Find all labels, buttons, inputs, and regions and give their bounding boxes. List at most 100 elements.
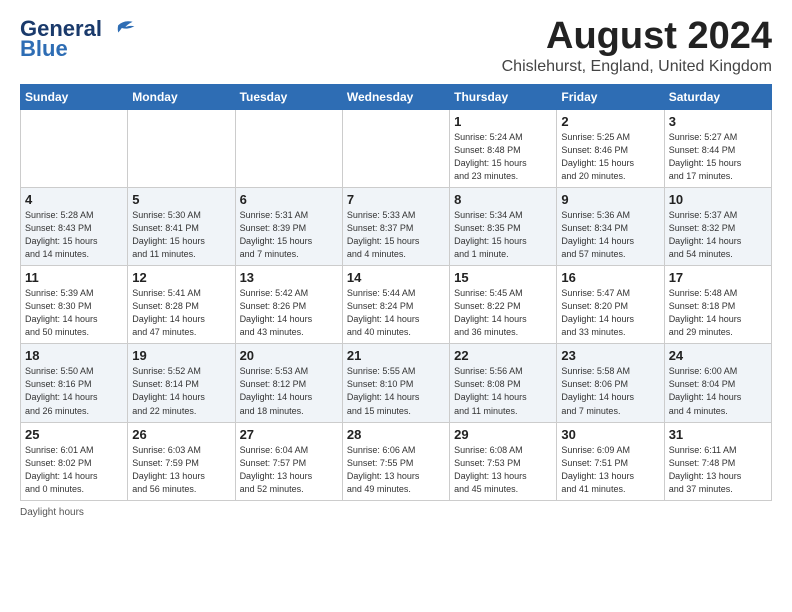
day-cell: 8 Sunrise: 5:34 AM Sunset: 8:35 PM Daylig…	[450, 187, 557, 265]
day-number: 9	[561, 192, 659, 207]
day-number: 4	[25, 192, 123, 207]
day-info: Sunrise: 5:28 AM Sunset: 8:43 PM Dayligh…	[25, 209, 123, 261]
day-info: Sunrise: 5:58 AM Sunset: 8:06 PM Dayligh…	[561, 365, 659, 417]
day-number: 30	[561, 427, 659, 442]
day-cell: 31 Sunrise: 6:11 AM Sunset: 7:48 PM Dayli…	[664, 422, 771, 500]
day-number: 10	[669, 192, 767, 207]
day-cell: 6 Sunrise: 5:31 AM Sunset: 8:39 PM Daylig…	[235, 187, 342, 265]
day-number: 20	[240, 348, 338, 363]
day-number: 27	[240, 427, 338, 442]
day-cell: 19Sunrise: 5:52 AM Sunset: 8:14 PM Dayli…	[128, 344, 235, 422]
day-info: Sunrise: 5:37 AM Sunset: 8:32 PM Dayligh…	[669, 209, 767, 261]
day-number: 8	[454, 192, 552, 207]
daylight-label: Daylight hours	[20, 507, 84, 518]
day-cell: 9 Sunrise: 5:36 AM Sunset: 8:34 PM Daylig…	[557, 187, 664, 265]
day-info: Sunrise: 5:44 AM Sunset: 8:24 PM Dayligh…	[347, 287, 445, 339]
day-number: 25	[25, 427, 123, 442]
week-row-1: 1Sunrise: 5:24 AM Sunset: 8:48 PM Daylig…	[21, 109, 772, 187]
col-header-saturday: Saturday	[664, 84, 771, 109]
day-info: Sunrise: 5:31 AM Sunset: 8:39 PM Dayligh…	[240, 209, 338, 261]
day-number: 21	[347, 348, 445, 363]
week-row-2: 4 Sunrise: 5:28 AM Sunset: 8:43 PM Daylig…	[21, 187, 772, 265]
day-number: 12	[132, 270, 230, 285]
calendar-table: SundayMondayTuesdayWednesdayThursdayFrid…	[20, 84, 772, 501]
day-info: Sunrise: 5:42 AM Sunset: 8:26 PM Dayligh…	[240, 287, 338, 339]
header: General Blue August 2024 Chislehurst, En…	[20, 16, 772, 76]
day-number: 22	[454, 348, 552, 363]
col-header-monday: Monday	[128, 84, 235, 109]
logo-blue: Blue	[20, 36, 68, 62]
day-cell: 13 Sunrise: 5:42 AM Sunset: 8:26 PM Dayli…	[235, 266, 342, 344]
day-number: 16	[561, 270, 659, 285]
day-cell	[235, 109, 342, 187]
col-header-tuesday: Tuesday	[235, 84, 342, 109]
day-info: Sunrise: 6:01 AM Sunset: 8:02 PM Dayligh…	[25, 444, 123, 496]
location: Chislehurst, England, United Kingdom	[502, 58, 772, 76]
day-number: 7	[347, 192, 445, 207]
day-cell: 15Sunrise: 5:45 AM Sunset: 8:22 PM Dayli…	[450, 266, 557, 344]
day-info: Sunrise: 5:30 AM Sunset: 8:41 PM Dayligh…	[132, 209, 230, 261]
day-cell: 17 Sunrise: 5:48 AM Sunset: 8:18 PM Dayli…	[664, 266, 771, 344]
day-info: Sunrise: 5:34 AM Sunset: 8:35 PM Dayligh…	[454, 209, 552, 261]
day-number: 31	[669, 427, 767, 442]
week-row-3: 11Sunrise: 5:39 AM Sunset: 8:30 PM Dayli…	[21, 266, 772, 344]
day-info: Sunrise: 6:04 AM Sunset: 7:57 PM Dayligh…	[240, 444, 338, 496]
day-info: Sunrise: 5:47 AM Sunset: 8:20 PM Dayligh…	[561, 287, 659, 339]
day-cell: 27 Sunrise: 6:04 AM Sunset: 7:57 PM Dayli…	[235, 422, 342, 500]
day-cell: 10 Sunrise: 5:37 AM Sunset: 8:32 PM Dayli…	[664, 187, 771, 265]
day-cell	[342, 109, 449, 187]
day-number: 17	[669, 270, 767, 285]
day-number: 29	[454, 427, 552, 442]
day-info: Sunrise: 6:06 AM Sunset: 7:55 PM Dayligh…	[347, 444, 445, 496]
month-title: August 2024	[502, 16, 772, 58]
day-number: 23	[561, 348, 659, 363]
day-info: Sunrise: 5:55 AM Sunset: 8:10 PM Dayligh…	[347, 365, 445, 417]
day-info: Sunrise: 5:52 AM Sunset: 8:14 PM Dayligh…	[132, 365, 230, 417]
col-header-thursday: Thursday	[450, 84, 557, 109]
footer: Daylight hours	[20, 507, 772, 518]
day-cell: 30Sunrise: 6:09 AM Sunset: 7:51 PM Dayli…	[557, 422, 664, 500]
day-number: 5	[132, 192, 230, 207]
day-cell: 24 Sunrise: 6:00 AM Sunset: 8:04 PM Dayli…	[664, 344, 771, 422]
day-cell: 28Sunrise: 6:06 AM Sunset: 7:55 PM Dayli…	[342, 422, 449, 500]
day-number: 13	[240, 270, 338, 285]
day-number: 14	[347, 270, 445, 285]
day-cell: 7 Sunrise: 5:33 AM Sunset: 8:37 PM Daylig…	[342, 187, 449, 265]
day-cell: 20Sunrise: 5:53 AM Sunset: 8:12 PM Dayli…	[235, 344, 342, 422]
day-info: Sunrise: 5:25 AM Sunset: 8:46 PM Dayligh…	[561, 131, 659, 183]
day-cell: 21 Sunrise: 5:55 AM Sunset: 8:10 PM Dayli…	[342, 344, 449, 422]
day-info: Sunrise: 5:33 AM Sunset: 8:37 PM Dayligh…	[347, 209, 445, 261]
day-cell: 4 Sunrise: 5:28 AM Sunset: 8:43 PM Daylig…	[21, 187, 128, 265]
day-number: 1	[454, 114, 552, 129]
day-number: 11	[25, 270, 123, 285]
day-cell: 11Sunrise: 5:39 AM Sunset: 8:30 PM Dayli…	[21, 266, 128, 344]
day-number: 18	[25, 348, 123, 363]
day-info: Sunrise: 6:03 AM Sunset: 7:59 PM Dayligh…	[132, 444, 230, 496]
day-info: Sunrise: 6:11 AM Sunset: 7:48 PM Dayligh…	[669, 444, 767, 496]
day-number: 2	[561, 114, 659, 129]
day-cell: 25 Sunrise: 6:01 AM Sunset: 8:02 PM Dayli…	[21, 422, 128, 500]
day-cell	[128, 109, 235, 187]
day-info: Sunrise: 5:56 AM Sunset: 8:08 PM Dayligh…	[454, 365, 552, 417]
day-info: Sunrise: 5:50 AM Sunset: 8:16 PM Dayligh…	[25, 365, 123, 417]
day-cell: 3Sunrise: 5:27 AM Sunset: 8:44 PM Daylig…	[664, 109, 771, 187]
logo: General Blue	[20, 16, 138, 62]
day-cell: 2 Sunrise: 5:25 AM Sunset: 8:46 PM Daylig…	[557, 109, 664, 187]
day-number: 6	[240, 192, 338, 207]
day-info: Sunrise: 5:36 AM Sunset: 8:34 PM Dayligh…	[561, 209, 659, 261]
day-cell: 16 Sunrise: 5:47 AM Sunset: 8:20 PM Dayli…	[557, 266, 664, 344]
day-cell	[21, 109, 128, 187]
day-number: 26	[132, 427, 230, 442]
day-cell: 23 Sunrise: 5:58 AM Sunset: 8:06 PM Dayli…	[557, 344, 664, 422]
col-header-wednesday: Wednesday	[342, 84, 449, 109]
logo-bird-icon	[102, 18, 138, 38]
day-number: 24	[669, 348, 767, 363]
day-cell: 26 Sunrise: 6:03 AM Sunset: 7:59 PM Dayli…	[128, 422, 235, 500]
col-header-sunday: Sunday	[21, 84, 128, 109]
day-info: Sunrise: 6:00 AM Sunset: 8:04 PM Dayligh…	[669, 365, 767, 417]
day-cell: 18 Sunrise: 5:50 AM Sunset: 8:16 PM Dayli…	[21, 344, 128, 422]
col-header-friday: Friday	[557, 84, 664, 109]
week-row-4: 18 Sunrise: 5:50 AM Sunset: 8:16 PM Dayli…	[21, 344, 772, 422]
day-info: Sunrise: 5:48 AM Sunset: 8:18 PM Dayligh…	[669, 287, 767, 339]
day-cell: 5 Sunrise: 5:30 AM Sunset: 8:41 PM Daylig…	[128, 187, 235, 265]
